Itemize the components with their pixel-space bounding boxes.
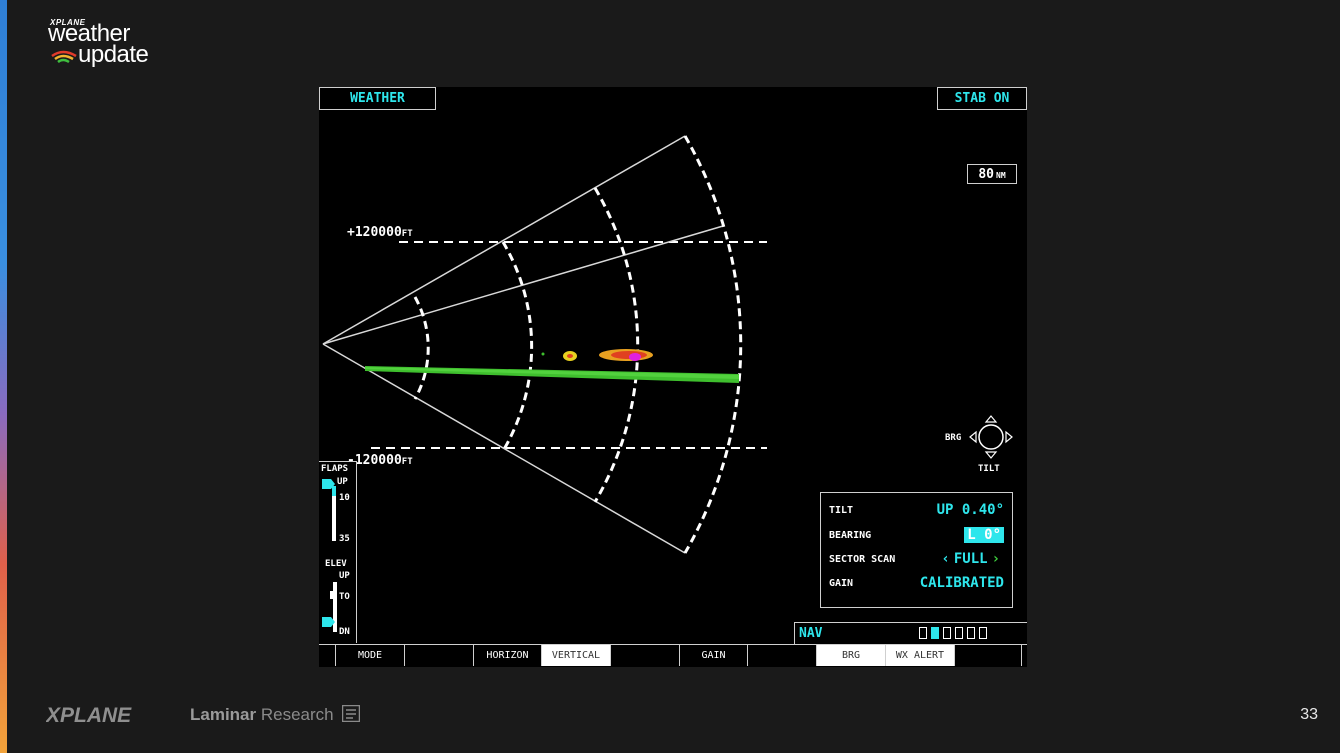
upper-altitude-label: +120000FT [347, 225, 413, 240]
flaps-title: FLAPS [321, 464, 349, 474]
footer-laminar-research: Laminar Research [190, 704, 361, 725]
softkey-blank[interactable] [319, 645, 335, 666]
slide-accent-bar [0, 0, 7, 753]
stab-status: STAB ON [954, 91, 1010, 106]
brg-tilt-control[interactable]: BRG TILT [945, 414, 1017, 476]
laminar-logo-icon [342, 704, 361, 723]
softkey-horizon[interactable]: HORIZON [473, 645, 541, 666]
page-dot[interactable] [979, 627, 987, 639]
tilt-row[interactable]: TILT UP 0.40° [829, 499, 1004, 521]
brg-label: BRG [945, 433, 962, 443]
sector-upper-edge [322, 135, 686, 345]
mode-title: WEATHER [350, 91, 405, 106]
logo-arc-icon [51, 50, 77, 64]
svg-text:XPLANE: XPLANE [46, 704, 132, 726]
logo-line2: update [78, 41, 149, 68]
page-dot-active[interactable] [931, 627, 939, 639]
page-dot[interactable] [943, 627, 951, 639]
page-dot[interactable] [967, 627, 975, 639]
page-number: 33 [1300, 706, 1318, 723]
footer-xplane-logo: XPLANE [45, 704, 154, 731]
range-unit: NM [996, 171, 1006, 180]
softkey-wx-alert[interactable]: WX ALERT [885, 645, 954, 666]
range-ring-1 [413, 296, 430, 400]
softkey-bar: MODE HORIZON VERTICAL GAIN BRG WX ALERT [319, 644, 1027, 667]
gain-value: CALIBRATED [919, 575, 1004, 591]
chevron-right-icon[interactable]: › [992, 551, 1000, 567]
stab-status-box: STAB ON [937, 87, 1027, 110]
softkey-mode[interactable]: MODE [335, 645, 404, 666]
radar-settings-panel: TILT UP 0.40° BEARING L 0° SECTOR SCAN ‹… [820, 492, 1013, 608]
softkey-blank[interactable] [404, 645, 473, 666]
chevron-left-icon[interactable]: ‹ [941, 551, 949, 567]
page-dot[interactable] [955, 627, 963, 639]
softkey-vertical[interactable]: VERTICAL [541, 645, 610, 666]
softkey-blank[interactable] [610, 645, 679, 666]
softkey-blank[interactable] [954, 645, 1022, 666]
range-value: 80 [978, 166, 994, 182]
bearing-value: L 0° [964, 527, 1004, 543]
range-ring-3 [593, 187, 640, 503]
page-indicator [919, 627, 987, 639]
elev-trim-marker [330, 591, 337, 599]
tilt-label: TILT [978, 464, 1000, 474]
range-ring-2 [501, 241, 534, 452]
beam-tilt-line [322, 225, 724, 345]
sector-scan-value: FULL [953, 551, 988, 567]
range-ring-4 [683, 135, 743, 554]
nav-label: NAV [799, 626, 823, 641]
flaps-elevator-panel: FLAPS UP 10 35 ELEV UP TO DN [319, 461, 357, 643]
elev-pointer-icon [322, 617, 335, 627]
elev-title: ELEV [325, 559, 347, 569]
page-dot[interactable] [919, 627, 927, 639]
softkey-blank[interactable] [747, 645, 816, 666]
gain-row[interactable]: GAIN CALIBRATED [829, 572, 1004, 594]
xplane-logo-icon: XPLANE [45, 704, 132, 727]
bearing-row[interactable]: BEARING L 0° [829, 524, 1004, 546]
range-display[interactable]: 80 NM [967, 164, 1017, 184]
weather-update-logo: XPLANE weather update [48, 18, 168, 74]
sector-scan-row[interactable]: SECTOR SCAN ‹ FULL › [829, 548, 1004, 570]
weather-radar-display: WEATHER STAB ON 80 NM +120000FT -120000F… [319, 87, 1027, 667]
tilt-value: UP 0.40° [936, 502, 1004, 518]
softkey-gain[interactable]: GAIN [679, 645, 747, 666]
nav-indicator: NAV [794, 622, 1027, 644]
mode-title-box: WEATHER [319, 87, 436, 110]
softkey-brg[interactable]: BRG [816, 645, 885, 666]
